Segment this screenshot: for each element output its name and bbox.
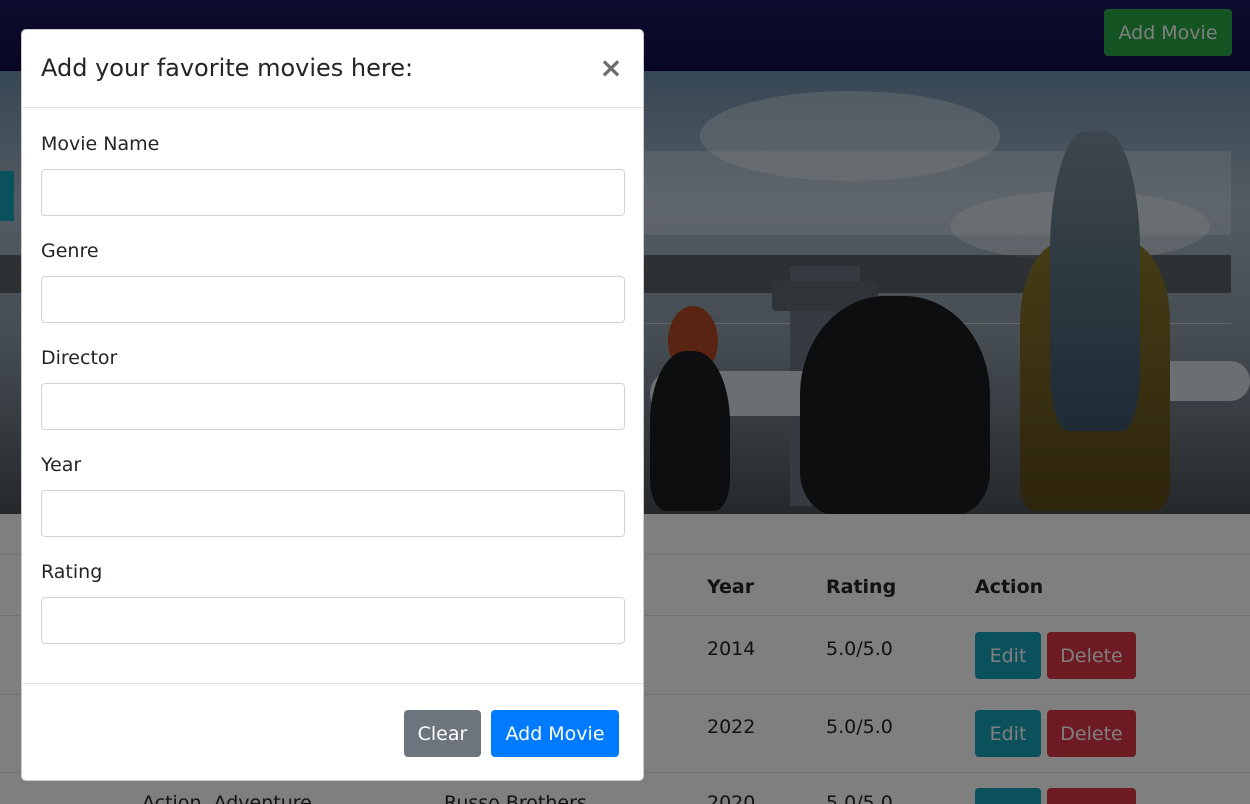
- year-input[interactable]: [41, 490, 625, 537]
- add-movie-submit-button[interactable]: Add Movie: [491, 710, 619, 757]
- modal-footer: Clear Add Movie: [22, 683, 643, 780]
- close-icon[interactable]: ×: [597, 52, 625, 84]
- year-label: Year: [41, 454, 82, 476]
- add-movie-modal: Add your favorite movies here: × Movie N…: [21, 29, 644, 781]
- rating-input[interactable]: [41, 597, 625, 644]
- modal-header: Add your favorite movies here: ×: [22, 30, 643, 108]
- movie-name-label: Movie Name: [41, 133, 160, 155]
- modal-title: Add your favorite movies here:: [41, 54, 414, 82]
- movie-name-input[interactable]: [41, 169, 625, 216]
- genre-label: Genre: [41, 240, 99, 262]
- genre-input[interactable]: [41, 276, 625, 323]
- director-label: Director: [41, 347, 118, 369]
- clear-button[interactable]: Clear: [404, 710, 481, 757]
- rating-label: Rating: [41, 561, 103, 583]
- director-input[interactable]: [41, 383, 625, 430]
